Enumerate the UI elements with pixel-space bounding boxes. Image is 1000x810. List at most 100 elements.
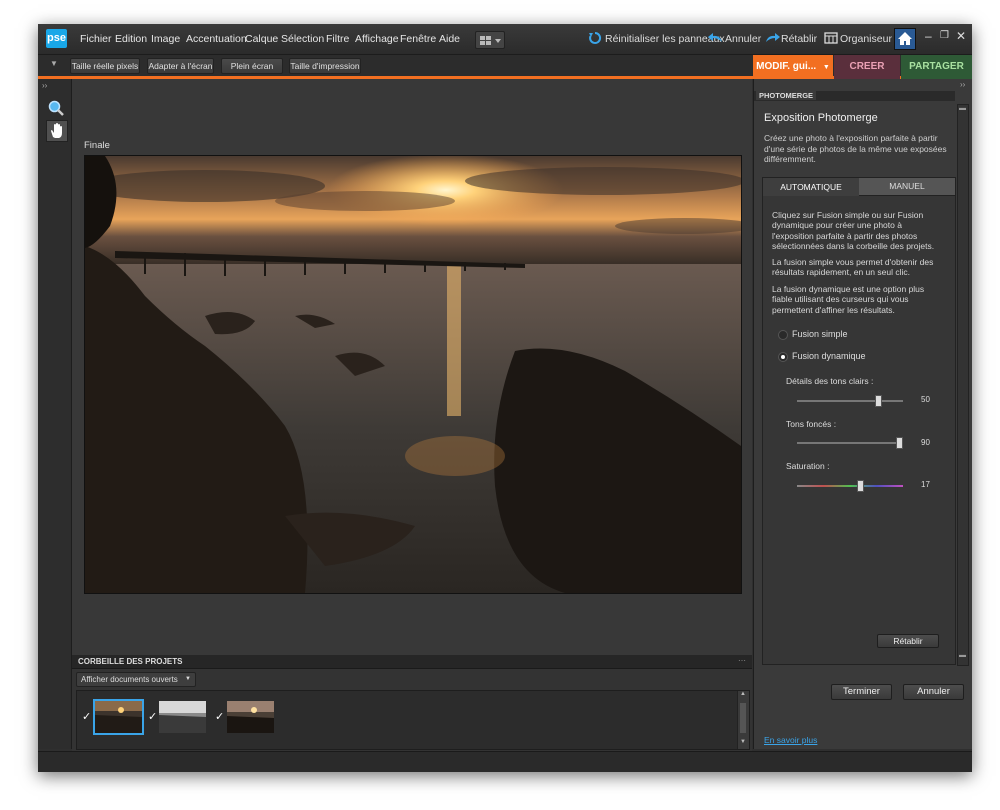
tab-edit-label: MODIF. gui...	[756, 61, 817, 72]
hand-icon	[51, 123, 62, 138]
bin-show-dropdown[interactable]: Afficher documents ouverts ▼	[76, 672, 196, 687]
slider-saturation-thumb[interactable]	[857, 480, 864, 492]
panel-description: Créez une photo à l'exposition parfaite …	[764, 133, 947, 164]
dynamic-fusion-info: La fusion dynamique est une option plus …	[772, 284, 925, 315]
learn-more-link[interactable]: En savoir plus	[764, 735, 817, 745]
thumbnail-image	[227, 701, 274, 733]
radio-dynamic[interactable]	[778, 352, 788, 362]
panel-tab-bar: PHOTOMERGE	[754, 91, 955, 101]
print-size-button[interactable]: Taille d'impression	[289, 58, 361, 74]
chevron-down-icon: ▼	[185, 676, 191, 682]
menu-aide[interactable]: Aide	[439, 33, 460, 45]
zoom-tool[interactable]	[47, 99, 65, 117]
simple-fusion-info: La fusion simple vous permet d'obtenir d…	[772, 257, 934, 278]
tab-edit[interactable]: MODIF. gui... ▼	[753, 55, 833, 79]
panel-scrollbar[interactable]: ▬ ▬	[957, 104, 969, 666]
photomerge-panel: ›› PHOTOMERGE ▬ ▬ Exposition Photomerge …	[753, 79, 972, 749]
check-icon: ✓	[82, 711, 92, 723]
tools-panel: ››	[38, 79, 72, 749]
radio-dot	[781, 355, 785, 359]
slider-highlights-thumb[interactable]	[875, 395, 882, 407]
scroll-down-icon[interactable]: ▬	[959, 652, 966, 659]
finish-button[interactable]: Terminer	[831, 684, 892, 700]
image-label: Finale	[84, 140, 110, 151]
bin-show-dropdown-label: Afficher documents ouverts	[81, 675, 178, 684]
layout-toggle-button[interactable]	[475, 31, 505, 49]
menu-calque[interactable]: Calque	[245, 33, 278, 45]
slider-saturation-label: Saturation :	[786, 461, 830, 471]
check-icon: ✓	[148, 711, 158, 723]
check-icon: ✓	[215, 711, 225, 723]
slider-shadows-track[interactable]	[797, 437, 903, 449]
collapse-arrows-icon[interactable]: ››	[960, 80, 965, 89]
slider-shadows-value: 90	[921, 438, 930, 447]
bin-title: CORBEILLE DES PROJETS	[78, 657, 183, 666]
menu-filtre[interactable]: Filtre	[326, 33, 349, 45]
expand-arrows-icon[interactable]: ››	[42, 81, 47, 90]
radio-simple[interactable]	[778, 330, 788, 340]
layout-grid-icon	[480, 36, 501, 45]
fit-screen-button[interactable]: Adapter à l'écran	[147, 58, 214, 74]
bin-thumb-1[interactable]	[93, 699, 144, 735]
close-icon[interactable]: ✕	[956, 29, 966, 43]
reset-panels-button[interactable]: Réinitialiser les panneaux	[605, 33, 725, 45]
menu-image[interactable]: Image	[151, 33, 180, 45]
thumbnail-image	[159, 701, 206, 733]
scroll-up-icon[interactable]: ▲	[740, 691, 746, 697]
slider-highlights-value: 50	[921, 395, 930, 404]
redo-icon	[766, 33, 780, 42]
chevron-down-icon: ▼	[822, 64, 830, 71]
undo-icon	[708, 33, 722, 42]
menu-selection[interactable]: Sélection	[281, 33, 324, 45]
slider-shadows-thumb[interactable]	[896, 437, 903, 449]
sunset-pier-photo	[85, 156, 741, 593]
full-screen-button[interactable]: Plein écran	[221, 58, 283, 74]
tab-automatique[interactable]: AUTOMATIQUE	[763, 178, 859, 196]
redo-button[interactable]: Rétablir	[781, 33, 817, 45]
tab-manuel[interactable]: MANUEL	[859, 178, 955, 196]
slider-saturation-value: 17	[921, 480, 930, 489]
scroll-up-icon[interactable]: ▬	[959, 105, 966, 112]
reset-panels-icon	[589, 31, 602, 44]
bin-thumbnails: ✓ ✓ ✓ ▲ ▼	[76, 690, 750, 750]
home-icon	[898, 32, 912, 45]
project-bin: CORBEILLE DES PROJETS ⋯ Afficher documen…	[72, 655, 752, 751]
options-arrow-icon[interactable]: ▼	[50, 59, 58, 68]
tab-create[interactable]: CREER	[834, 55, 900, 79]
radio-simple-label[interactable]: Fusion simple	[792, 329, 848, 339]
radio-dynamic-label[interactable]: Fusion dynamique	[792, 351, 866, 361]
bin-menu-icon[interactable]: ⋯	[738, 656, 746, 665]
panel-tab-photomerge[interactable]: PHOTOMERGE	[756, 91, 817, 100]
scroll-down-icon[interactable]: ▼	[740, 739, 746, 745]
home-button[interactable]	[894, 28, 916, 50]
merged-photo[interactable]	[84, 155, 742, 594]
thumbnail-image	[95, 701, 142, 733]
panel-title: Exposition Photomerge	[764, 112, 878, 124]
menu-accentuation[interactable]: Accentuation	[186, 33, 247, 45]
slider-highlights-label: Détails des tons clairs :	[786, 376, 874, 386]
auto-instructions: Cliquez sur Fusion simple ou sur Fusion …	[772, 210, 935, 251]
app-window: pse Fichier Edition Image Accentuation C…	[38, 24, 972, 772]
bin-scrollbar[interactable]: ▲ ▼	[737, 691, 749, 749]
undo-button[interactable]: Annuler	[725, 33, 761, 45]
slider-highlights-track[interactable]	[797, 395, 903, 407]
bin-thumb-2[interactable]	[159, 701, 206, 733]
menu-affichage[interactable]: Affichage	[355, 33, 399, 45]
reset-sliders-button[interactable]: Rétablir	[877, 634, 939, 648]
menu-fichier[interactable]: Fichier	[80, 33, 112, 45]
restore-icon[interactable]: ❐	[940, 30, 949, 41]
hand-tool[interactable]	[46, 120, 68, 142]
actual-pixels-button[interactable]: Taille réelle pixels	[70, 58, 140, 74]
bin-thumb-3[interactable]	[227, 701, 274, 733]
zoom-magnifier-icon	[48, 100, 64, 116]
slider-saturation-track[interactable]	[797, 480, 903, 492]
scroll-thumb[interactable]	[740, 703, 746, 733]
minimize-icon[interactable]: –	[925, 29, 932, 43]
cancel-button[interactable]: Annuler	[903, 684, 964, 700]
slider-shadows-label: Tons foncés :	[786, 419, 837, 429]
app-logo: pse	[46, 29, 67, 48]
menu-fenetre[interactable]: Fenêtre	[400, 33, 436, 45]
tab-share[interactable]: PARTAGER	[901, 55, 972, 79]
organizer-button[interactable]: Organiseur	[840, 33, 892, 45]
menu-edition[interactable]: Edition	[115, 33, 147, 45]
